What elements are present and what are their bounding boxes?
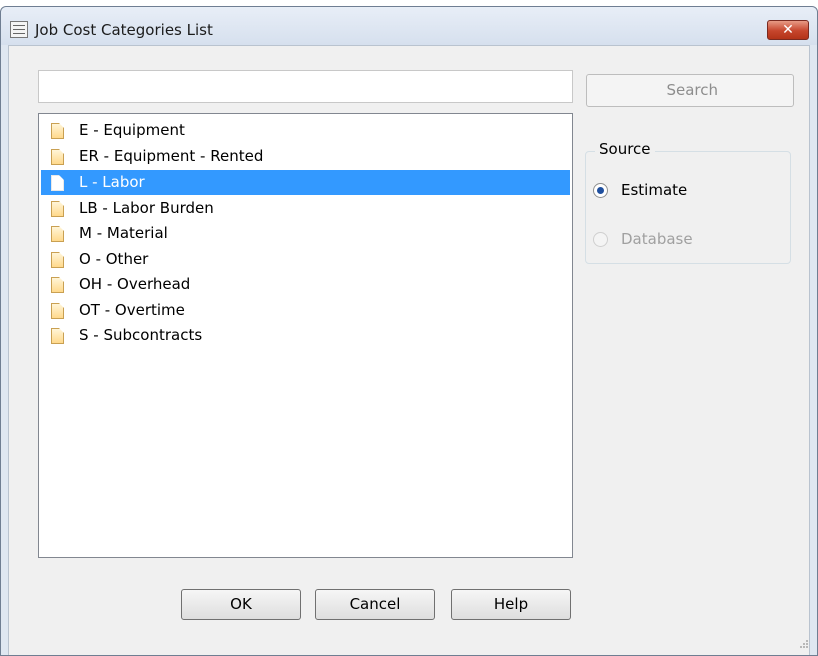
- list-item[interactable]: ER - Equipment - Rented: [41, 144, 570, 169]
- document-icon: [51, 201, 64, 217]
- list-item[interactable]: OH - Overhead: [41, 272, 570, 297]
- list-item[interactable]: OT - Overtime: [41, 298, 570, 323]
- source-legend: Source: [595, 140, 655, 158]
- radio-unchecked-icon[interactable]: [593, 232, 608, 247]
- title-bar[interactable]: Job Cost Categories List ✕: [1, 7, 817, 45]
- list-item[interactable]: O - Other: [41, 247, 570, 272]
- ok-button[interactable]: OK: [181, 589, 301, 620]
- help-button[interactable]: Help: [451, 589, 571, 620]
- list-item[interactable]: LB - Labor Burden: [41, 196, 570, 221]
- document-icon: [51, 123, 64, 139]
- document-icon: [51, 149, 64, 165]
- estimate-label: Estimate: [621, 181, 688, 199]
- list-item[interactable]: S - Subcontracts: [41, 323, 570, 348]
- search-button[interactable]: Search: [586, 74, 794, 107]
- category-list[interactable]: E - Equipment ER - Equipment - Rented L …: [38, 113, 573, 558]
- database-label: Database: [621, 230, 693, 248]
- list-item[interactable]: E - Equipment: [41, 118, 570, 143]
- close-button[interactable]: ✕: [767, 20, 809, 40]
- document-icon: [51, 328, 64, 344]
- radio-checked-icon[interactable]: [593, 183, 608, 198]
- document-icon: [51, 277, 64, 293]
- close-icon: ✕: [782, 22, 794, 38]
- window-title: Job Cost Categories List: [35, 21, 213, 39]
- list-item-selected[interactable]: L - Labor: [41, 170, 570, 195]
- list-item[interactable]: M - Material: [41, 221, 570, 246]
- document-icon: [51, 226, 64, 242]
- list-window-icon: [10, 21, 28, 38]
- document-icon: [51, 175, 64, 191]
- cancel-button[interactable]: Cancel: [315, 589, 435, 620]
- resize-grip-icon[interactable]: [800, 640, 808, 648]
- search-input[interactable]: [38, 70, 573, 103]
- document-icon: [51, 252, 64, 268]
- document-icon: [51, 303, 64, 319]
